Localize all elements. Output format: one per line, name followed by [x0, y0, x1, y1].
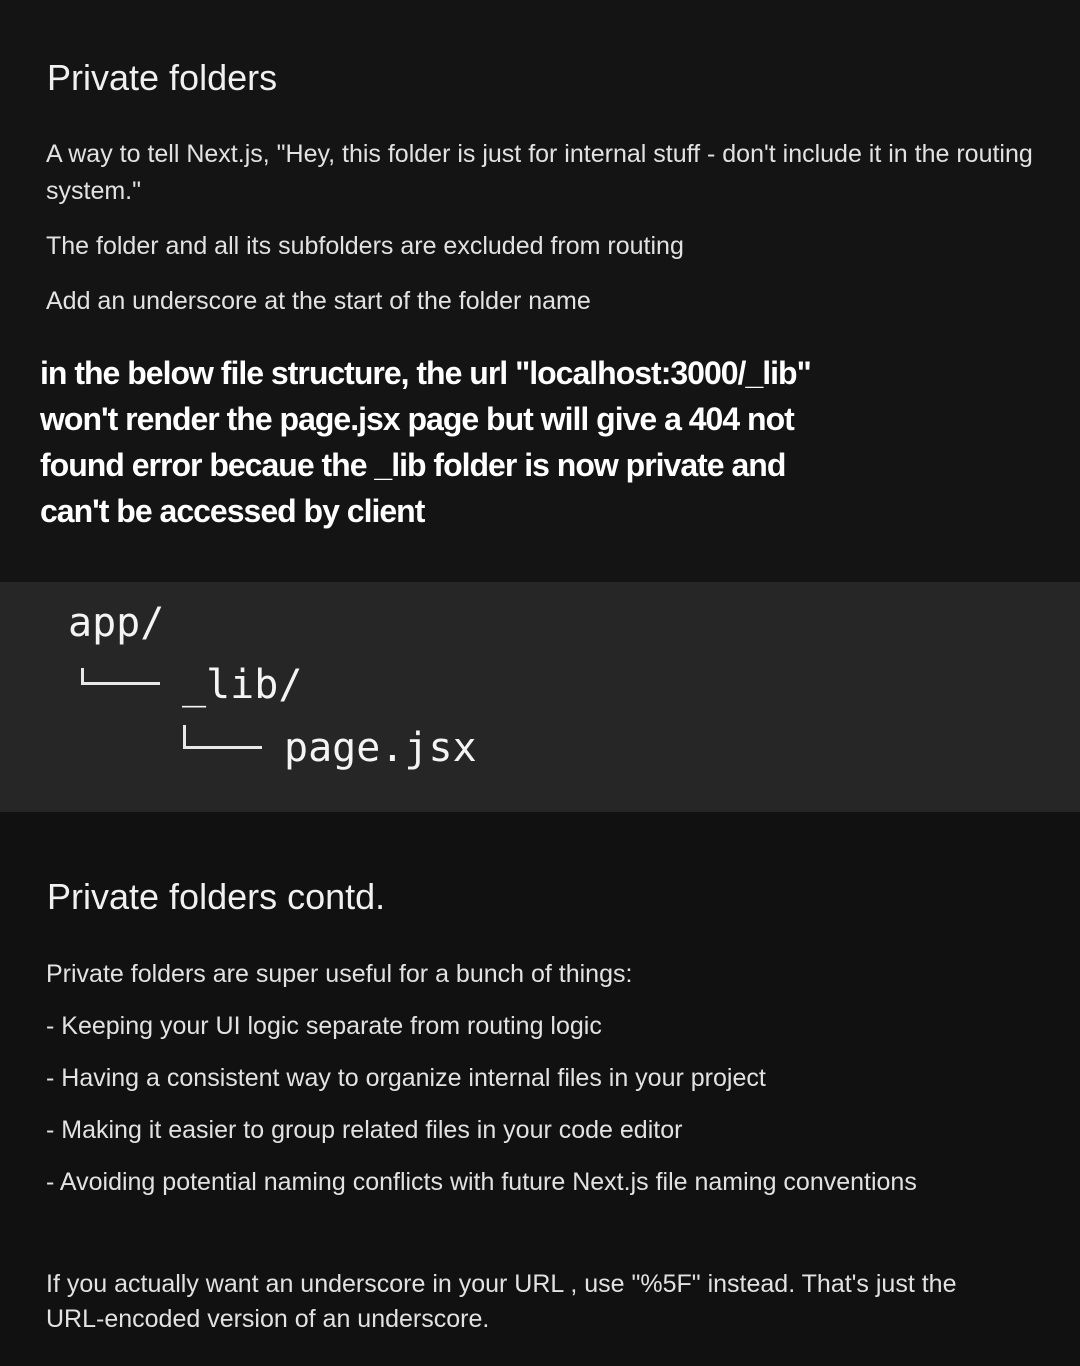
definition-paragraph: A way to tell Next.js, "Hey, this folder…: [46, 140, 1033, 205]
list-item: - Avoiding potential naming conflicts wi…: [46, 1168, 917, 1196]
list-item: - Making it easier to group related file…: [46, 1116, 683, 1144]
slide-private-folders: Private folders A way to tell Next.js, "…: [0, 0, 1080, 582]
file-tree-code-block: app/ _lib/ page.jsx: [0, 582, 1080, 812]
list-item: - Keeping your UI logic separate from ro…: [46, 1012, 602, 1040]
footer-paragraph: If you actually want an underscore in yo…: [46, 1270, 957, 1333]
underscore-paragraph: Add an underscore at the start of the fo…: [46, 287, 591, 315]
explanation-note: in the below file structure, the url "lo…: [40, 355, 812, 529]
list-item: - Having a consistent way to organize in…: [46, 1064, 766, 1092]
exclusion-paragraph: The folder and all its subfolders are ex…: [46, 232, 684, 260]
tree-branch-connector: [183, 725, 262, 749]
intro-line: Private folders are super useful for a b…: [46, 960, 633, 988]
slide-title: Private folders contd.: [47, 876, 386, 917]
tree-child-folder: _lib/: [182, 662, 303, 708]
tree-branch-connector: [81, 668, 160, 685]
tree-file: page.jsx: [284, 725, 477, 771]
slide-private-folders-contd: Private folders contd. Private folders a…: [0, 812, 1080, 1366]
slide-title: Private folders: [47, 57, 278, 98]
tree-root-folder: app/: [68, 600, 165, 646]
